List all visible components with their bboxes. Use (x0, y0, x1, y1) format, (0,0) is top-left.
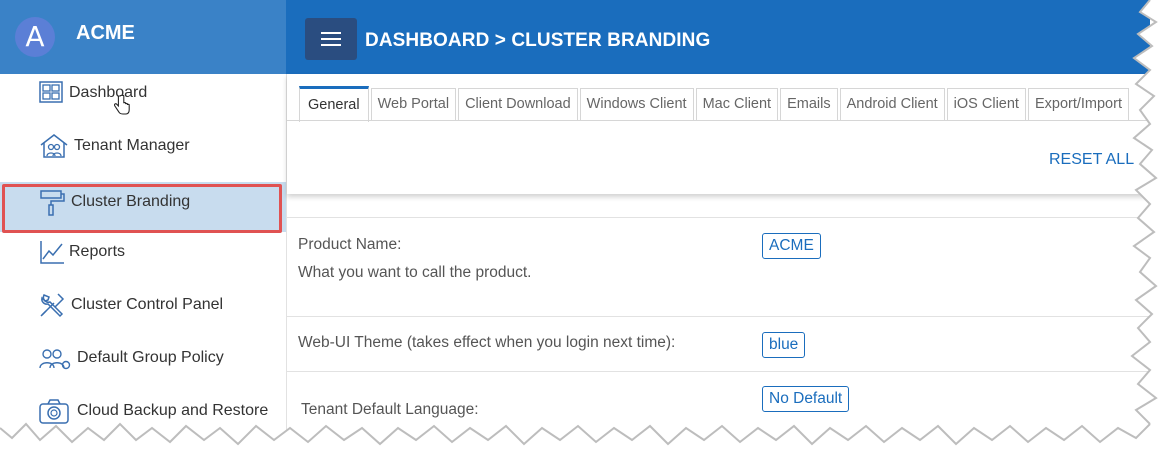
torn-edge-decoration (0, 0, 1167, 462)
